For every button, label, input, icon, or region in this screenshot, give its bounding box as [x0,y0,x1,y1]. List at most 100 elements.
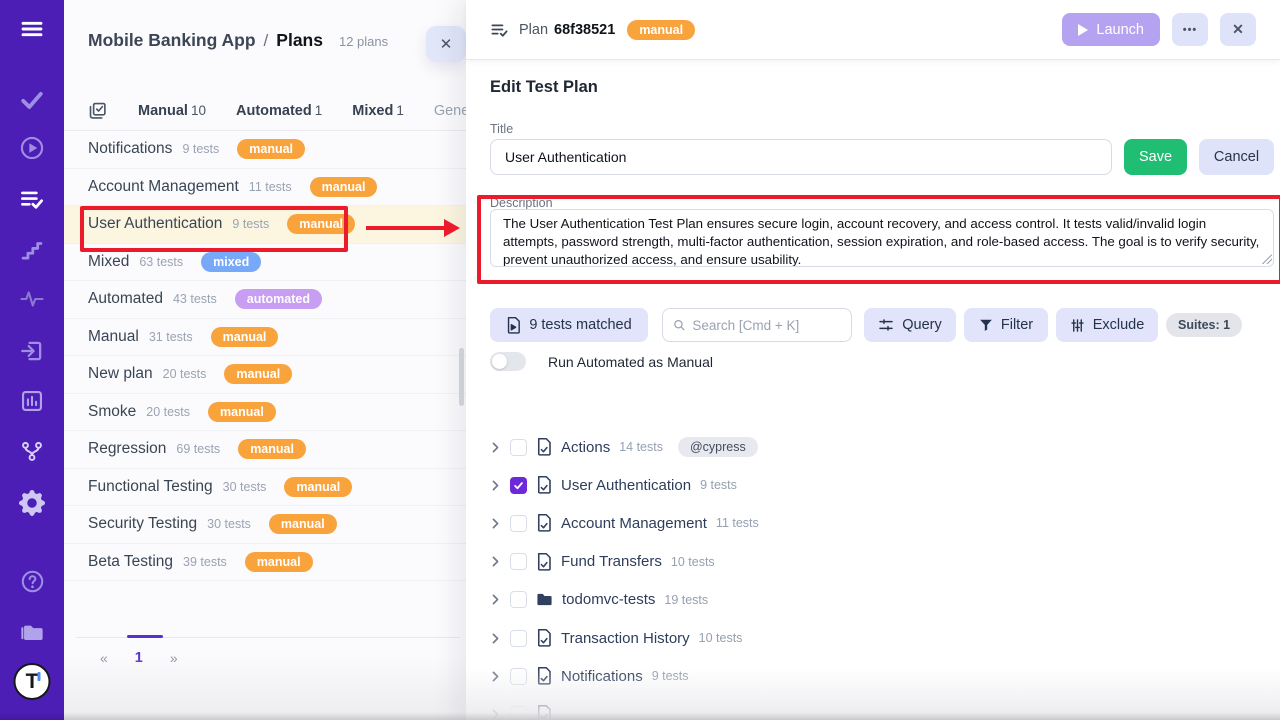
chevron-right-icon[interactable] [490,671,501,682]
bar-chart-icon[interactable] [16,385,48,417]
plan-row[interactable]: Account Management 11 tests manual [64,169,466,207]
plan-row[interactable]: Smoke 20 tests manual [64,394,466,432]
plan-test-count: 9 tests [182,142,219,156]
pagination-prev-button[interactable]: « [100,650,108,666]
close-icon: ✕ [1232,21,1244,37]
description-textarea[interactable]: The User Authentication Test Plan ensure… [490,209,1274,267]
suite-row[interactable]: Account Management 11 tests [490,504,1250,542]
title-field-label: Title [490,122,513,136]
suite-checkbox[interactable] [510,553,527,570]
playlist-check-icon [490,20,509,39]
file-check-icon [536,553,552,571]
gear-icon[interactable] [16,487,48,519]
filter-button[interactable]: Filter [964,308,1048,342]
more-options-button[interactable]: ••• [1172,13,1208,46]
breadcrumb-section[interactable]: Plans [276,30,323,51]
suite-checkbox-checked[interactable] [510,477,527,494]
plan-row[interactable]: Security Testing 30 tests manual [64,506,466,544]
plan-name: Smoke [88,403,136,421]
pagination-page-1[interactable]: 1 [135,650,143,666]
app-logo[interactable]: T [14,663,51,700]
plan-row[interactable]: Functional Testing 30 tests manual [64,469,466,507]
plan-row[interactable]: New plan 20 tests manual [64,356,466,394]
suite-row[interactable]: Fund Transfers 10 tests [490,543,1250,581]
plan-test-count: 30 tests [207,517,251,531]
save-button[interactable]: Save [1124,139,1187,175]
launch-button[interactable]: Launch [1062,13,1160,46]
suite-checkbox[interactable] [510,591,527,608]
check-icon[interactable] [16,84,48,116]
playlist-check-icon[interactable] [16,183,48,215]
suite-name: Transaction History [561,630,690,647]
import-icon[interactable] [16,335,48,367]
tests-matched-label: 9 tests matched [529,317,631,333]
drawer-close-button[interactable]: ✕ [1220,13,1256,46]
plan-row[interactable]: Mixed 63 tests mixed [64,244,466,282]
plans-tab[interactable]: Mixed1 [352,103,404,119]
breadcrumb-project[interactable]: Mobile Banking App [88,30,256,51]
steps-icon[interactable] [16,234,48,266]
run-automated-toggle[interactable] [490,352,526,371]
chevron-right-icon[interactable] [490,442,501,453]
tests-matched-button[interactable]: 9 tests matched [490,308,648,342]
plans-tab[interactable]: Automated1 [236,103,322,119]
plans-panel-close-button[interactable]: ✕ [426,26,466,62]
suite-checkbox[interactable] [510,515,527,532]
plan-type-badge: manual [245,552,313,572]
file-check-icon [536,629,552,647]
chevron-right-icon[interactable] [490,556,501,567]
close-icon: ✕ [440,36,453,53]
plans-tab-label: Manual [138,103,188,119]
chevron-right-icon[interactable] [490,480,501,491]
plans-tab-count: 1 [315,103,323,118]
plans-panel: Mobile Banking App / Plans 12 plans ✕ Ma… [64,0,466,720]
plan-row[interactable]: Automated 43 tests automated [64,281,466,319]
suite-checkbox[interactable] [510,630,527,647]
plan-name: User Authentication [88,215,222,233]
suite-row[interactable] [490,695,1250,720]
chevron-right-icon[interactable] [490,518,501,529]
query-button[interactable]: Query [864,308,956,342]
cancel-button[interactable]: Cancel [1199,139,1274,175]
file-check-icon [536,667,552,685]
select-all-icon[interactable] [88,101,108,121]
suite-row[interactable]: Transaction History 10 tests [490,619,1250,657]
annotation-arrow-head [444,219,460,237]
chevron-right-icon[interactable] [490,633,501,644]
search-input[interactable] [692,318,841,333]
exclude-button[interactable]: Exclude [1056,308,1158,342]
suite-checkbox[interactable] [510,706,527,720]
plan-test-count: 43 tests [173,292,217,306]
help-circle-icon[interactable] [16,565,48,597]
pulse-icon[interactable] [16,283,48,315]
chevron-right-icon[interactable] [490,709,501,720]
suite-checkbox[interactable] [510,439,527,456]
plan-row[interactable]: Beta Testing 39 tests manual [64,544,466,582]
plan-test-count: 39 tests [183,555,227,569]
suite-row[interactable]: Notifications 9 tests [490,657,1250,695]
suite-row[interactable]: Actions 14 tests @cypress [490,428,1250,466]
chevron-right-icon[interactable] [490,594,501,605]
plans-scrollbar-thumb[interactable] [459,348,464,406]
file-check-icon [536,476,552,494]
plan-row[interactable]: Manual 31 tests manual [64,319,466,357]
plans-tab[interactable]: Manual10 [138,103,206,119]
suite-row[interactable]: todomvc-tests 19 tests [490,581,1250,619]
filter-button-label: Filter [1001,317,1033,333]
plan-row[interactable]: User Authentication 9 tests manual [64,206,466,244]
branch-icon[interactable] [16,435,48,467]
hamburger-menu-icon[interactable] [16,13,48,45]
suite-checkbox[interactable] [510,668,527,685]
plan-type-badge: manual [310,177,378,197]
pagination-next-button[interactable]: » [170,650,178,666]
plan-row[interactable]: Regression 69 tests manual [64,431,466,469]
suite-row[interactable]: User Authentication 9 tests [490,466,1250,504]
title-input[interactable] [490,139,1112,175]
plan-type-badge: manual [287,214,355,234]
plan-row[interactable]: Notifications 9 tests manual [64,131,466,169]
suites-tree: Actions 14 tests @cypress [490,428,1250,720]
plan-name: Notifications [88,140,172,158]
play-circle-icon[interactable] [16,132,48,164]
folders-icon[interactable] [16,615,48,647]
suite-test-count: 11 tests [716,516,759,530]
